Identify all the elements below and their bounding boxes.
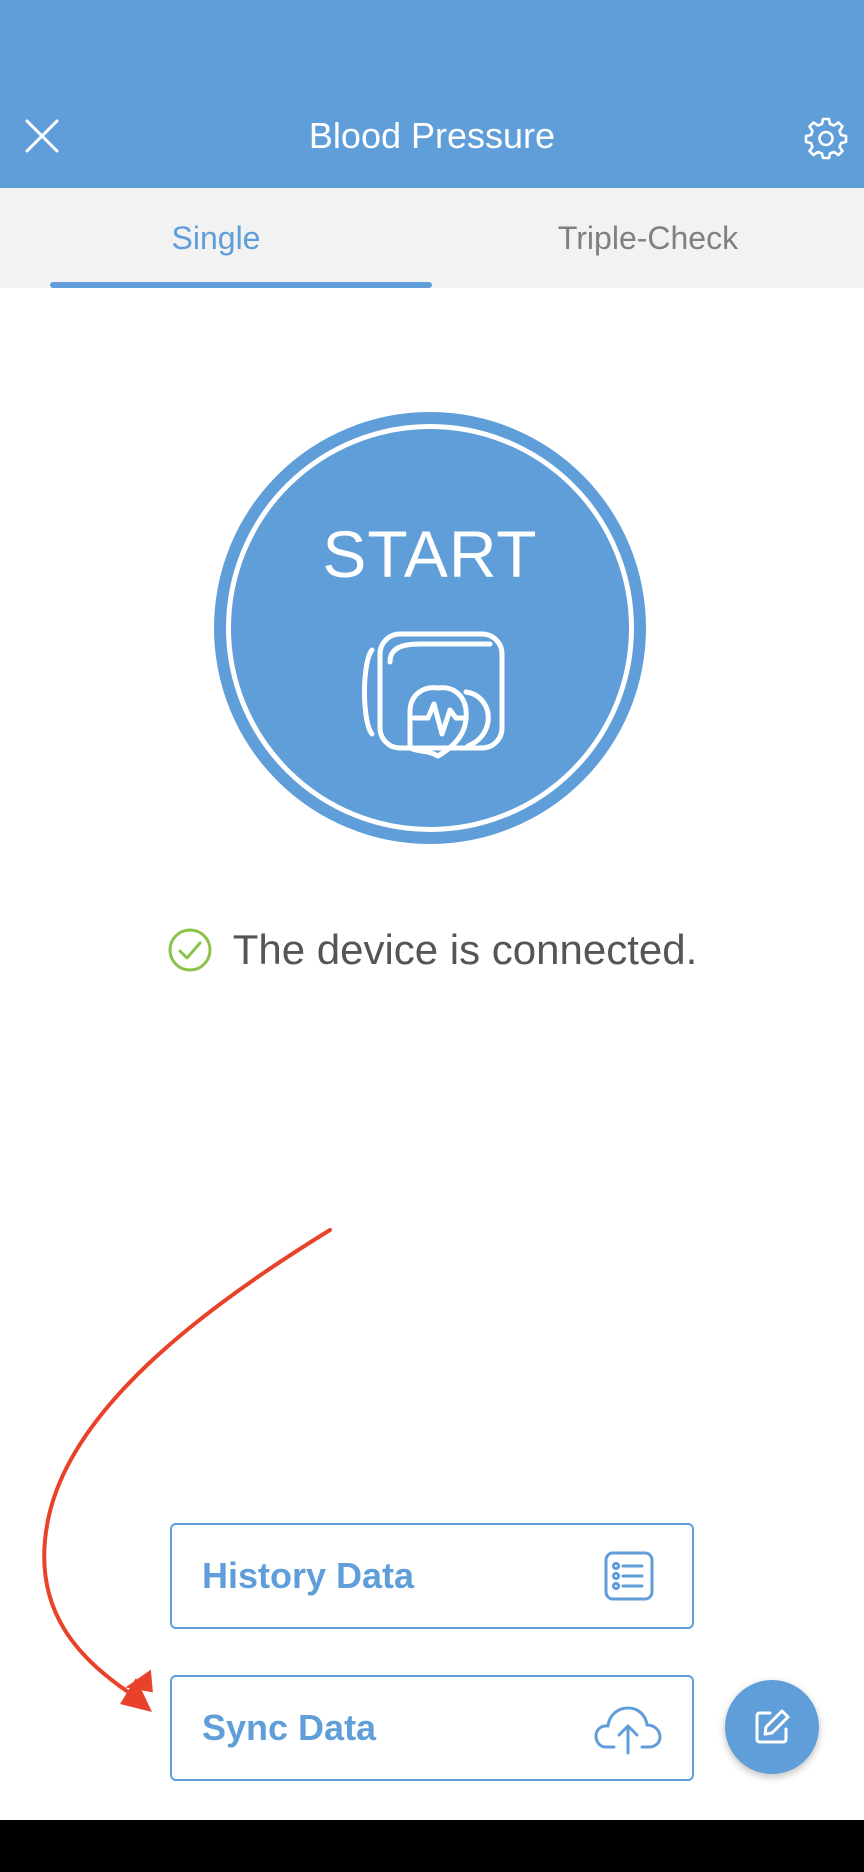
app-header: Blood Pressure [0, 0, 864, 188]
list-icon [604, 1551, 654, 1601]
history-data-label: History Data [202, 1555, 415, 1596]
history-data-button[interactable]: History Data [170, 1523, 694, 1629]
system-navigation-bar [0, 1820, 864, 1872]
page-title: Blood Pressure [308, 115, 556, 156]
selected-tab-indicator [50, 282, 432, 288]
measurement-mode-tabs: Single Triple-Check [0, 188, 864, 288]
check-circle-icon [168, 928, 212, 972]
connection-status: The device is connected. [0, 920, 864, 980]
annotation-arrow [42, 1228, 332, 1712]
cloud-upload-icon [594, 1706, 662, 1755]
sync-data-button[interactable]: Sync Data [170, 1675, 694, 1781]
connection-status-text: The device is connected. [232, 926, 698, 973]
start-label: START [322, 517, 538, 591]
tab-triple-check[interactable]: Triple-Check [432, 188, 864, 288]
edit-icon [755, 1709, 790, 1744]
tab-single[interactable]: Single [0, 188, 432, 288]
edit-fab-button[interactable] [725, 1680, 819, 1774]
settings-button[interactable] [800, 112, 852, 164]
blood-pressure-cuff-icon [362, 631, 505, 759]
sync-data-label: Sync Data [202, 1707, 377, 1748]
gear-icon [804, 117, 848, 160]
start-button[interactable]: START [214, 412, 646, 844]
